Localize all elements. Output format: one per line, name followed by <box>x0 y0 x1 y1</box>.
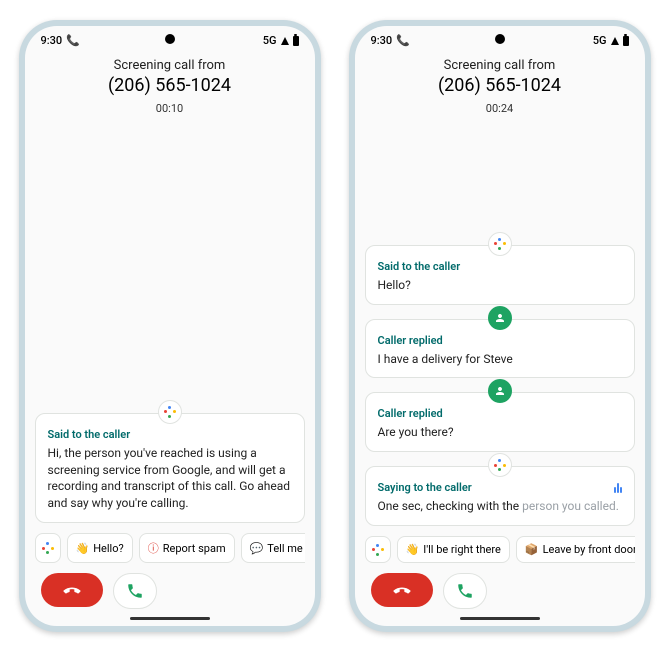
signal-icon <box>281 37 289 45</box>
card-text: I have a delivery for Steve <box>378 351 622 368</box>
hangup-icon <box>62 580 82 600</box>
person-icon <box>488 379 512 403</box>
camera-hole <box>495 34 505 44</box>
answer-button[interactable] <box>443 573 487 609</box>
assistant-icon <box>158 400 182 424</box>
screening-label: Screening call from <box>25 58 315 73</box>
live-audio-icon <box>614 483 622 493</box>
call-header: Screening call from (206) 565-1024 00:24 <box>355 48 645 119</box>
chip-label: Hello? <box>93 542 124 555</box>
answer-icon <box>126 582 144 600</box>
chip-hello[interactable]: 👋Hello? <box>67 533 133 563</box>
phone-right: 9:30 📞 5G Screening call from (206) 565-… <box>349 20 651 632</box>
card-text: Hello? <box>378 277 622 294</box>
screening-label: Screening call from <box>355 58 645 73</box>
network-label: 5G <box>593 35 607 46</box>
hangup-button[interactable] <box>371 573 433 607</box>
chip-label: I'll be right there <box>423 543 501 556</box>
battery-icon <box>623 36 629 46</box>
call-status-icon: 📞 <box>396 35 410 46</box>
suggestion-row: 👋I'll be right there 📦 Leave by front doo… <box>365 528 635 569</box>
chip-report-spam[interactable]: ⓘ Report spam <box>139 533 235 563</box>
network-label: 5G <box>263 35 277 46</box>
screen: 9:30 📞 5G Screening call from (206) 565-… <box>355 26 645 626</box>
suggestion-row: 👋Hello? ⓘ Report spam 💬Tell me mo <box>35 525 305 569</box>
chip-label: Tell me mo <box>267 542 304 555</box>
camera-hole <box>165 34 175 44</box>
chip-right-there[interactable]: 👋I'll be right there <box>397 536 510 563</box>
wave-icon: 👋 <box>76 542 90 555</box>
caller-number: (206) 565-1024 <box>355 75 645 96</box>
card-label: Caller replied <box>378 334 443 347</box>
nav-handle[interactable] <box>460 617 540 620</box>
clock: 9:30 <box>371 35 393 46</box>
caller-number: (206) 565-1024 <box>25 75 315 96</box>
card-label: Saying to the caller <box>378 481 472 494</box>
assistant-icon <box>488 453 512 477</box>
call-actions <box>365 569 635 609</box>
answer-icon <box>456 582 474 600</box>
call-header: Screening call from (206) 565-1024 00:10 <box>25 48 315 119</box>
nav-handle[interactable] <box>130 617 210 620</box>
phone-left: 9:30 📞 5G Screening call from (206) 565-… <box>19 20 321 632</box>
transcript-card: Said to the caller Hi, the person you've… <box>35 413 305 523</box>
card-label: Said to the caller <box>48 428 131 441</box>
chip-label: Leave by front door <box>543 543 635 556</box>
hangup-button[interactable] <box>41 573 103 607</box>
box-icon: 📦 <box>525 543 539 556</box>
card-label: Caller replied <box>378 407 443 420</box>
card-text: One sec, checking with the person you ca… <box>378 498 622 515</box>
assistant-chip[interactable] <box>35 533 61 563</box>
wave-icon: 👋 <box>406 543 420 556</box>
person-icon <box>488 306 512 330</box>
say-icon: 💬 <box>250 542 264 555</box>
card-text: Hi, the person you've reached is using a… <box>48 445 292 512</box>
call-timer: 00:10 <box>25 102 315 115</box>
chip-tell-me-more[interactable]: 💬Tell me mo <box>241 533 305 563</box>
chip-front-door[interactable]: 📦 Leave by front door <box>516 536 635 563</box>
card-text: Are you there? <box>378 424 622 441</box>
chip-label: Report spam <box>163 542 226 555</box>
screen: 9:30 📞 5G Screening call from (206) 565-… <box>25 26 315 626</box>
assistant-chip[interactable] <box>365 536 391 563</box>
assistant-icon <box>488 232 512 256</box>
call-status-icon: 📞 <box>66 35 80 46</box>
card-label: Said to the caller <box>378 260 461 273</box>
answer-button[interactable] <box>113 573 157 609</box>
call-actions <box>35 569 305 609</box>
clock: 9:30 <box>41 35 63 46</box>
report-icon: ⓘ <box>148 540 159 556</box>
signal-icon <box>611 37 619 45</box>
hangup-icon <box>392 580 412 600</box>
call-timer: 00:24 <box>355 102 645 115</box>
battery-icon <box>293 36 299 46</box>
